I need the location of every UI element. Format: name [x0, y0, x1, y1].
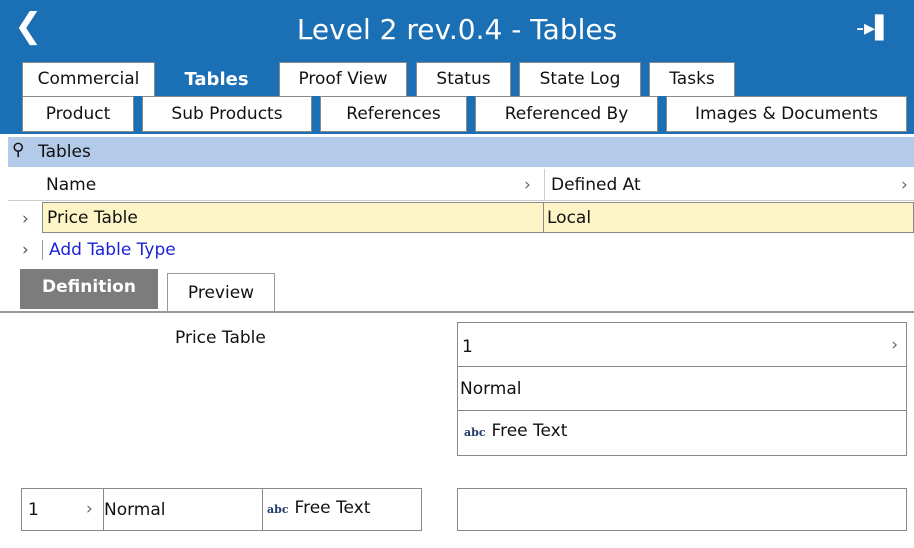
tab-row-primary: Commercial Tables Proof View Status Stat…	[0, 58, 914, 96]
pin-icon[interactable]: ⚲	[12, 140, 24, 160]
column-header-defined-at[interactable]: Defined At	[551, 175, 641, 195]
tab-proof-view[interactable]: Proof View	[279, 62, 407, 96]
row-expand-icon: ›	[22, 240, 29, 260]
chevron-right-icon[interactable]: ›	[86, 499, 93, 519]
tab-sub-products[interactable]: Sub Products	[142, 96, 312, 132]
tab-preview[interactable]: Preview	[167, 273, 275, 311]
page-title: Level 2 rev.0.4 - Tables	[296, 13, 618, 46]
horizontal-cell-text: Free Text	[294, 498, 371, 518]
tab-row-secondary: Product Sub Products References Referenc…	[0, 96, 914, 134]
text-type-icon: abc	[464, 426, 486, 439]
row-expand-icon[interactable]: ›	[22, 209, 29, 229]
horizontal-style: Normal	[104, 500, 166, 520]
tab-commercial[interactable]: Commercial	[22, 62, 155, 96]
tab-referenced-by[interactable]: Referenced By	[475, 96, 658, 132]
tab-definition[interactable]: Definition	[20, 269, 158, 309]
text-type-icon: abc	[267, 503, 289, 516]
title-bar: ❮ Level 2 rev.0.4 - Tables -▸▌	[0, 0, 914, 58]
defined-at-cell[interactable]: Local	[544, 202, 914, 233]
horizontal-cell: abc Free Text	[267, 498, 370, 518]
definition-preview-tabs: Definition Preview	[0, 269, 914, 313]
vertical-index: 1	[462, 337, 473, 357]
vertical-cell-text: Free Text	[491, 421, 568, 441]
vertical-cell-row[interactable]: abc Free Text	[458, 411, 906, 455]
pin-icon[interactable]: -▸▌	[856, 16, 892, 42]
tab-references[interactable]: References	[320, 96, 467, 132]
horizontal-text-cell[interactable]: abc Free Text	[263, 489, 421, 530]
horizontal-style-cell[interactable]: Normal	[103, 489, 263, 530]
vertical-style-row[interactable]: Normal	[458, 367, 906, 411]
vertical-cell: abc Free Text	[464, 421, 567, 441]
chevron-right-icon[interactable]: ›	[901, 175, 908, 195]
tab-tables[interactable]: Tables	[163, 62, 270, 96]
add-table-type-row: › Add Table Type	[8, 236, 308, 266]
panel-title: Tables	[38, 142, 91, 162]
vertical-index-row[interactable]: 1 ›	[458, 323, 906, 367]
horizontal-axis-box: 1 › Normal abc Free Text	[21, 488, 422, 531]
tables-panel-header: ⚲ Tables	[8, 137, 914, 167]
preview-table-title: Price Table	[175, 328, 266, 348]
column-header-name[interactable]: Name	[46, 175, 96, 195]
horizontal-index: 1	[28, 500, 39, 520]
table-name-cell[interactable]: Price Table	[42, 202, 544, 233]
table-row[interactable]: › Price Table Local	[8, 202, 914, 234]
tab-product[interactable]: Product	[22, 96, 134, 132]
value-cell-box[interactable]	[457, 488, 907, 531]
grid-header: Name › Defined At ›	[8, 169, 914, 201]
column-divider	[544, 169, 545, 200]
tab-status[interactable]: Status	[416, 62, 511, 96]
horizontal-index-cell[interactable]: 1 ›	[22, 489, 103, 530]
add-table-type-link[interactable]: Add Table Type	[42, 240, 176, 260]
tab-state-log[interactable]: State Log	[519, 62, 641, 96]
vertical-axis-box: 1 › Normal abc Free Text	[457, 322, 907, 456]
chevron-right-icon[interactable]: ›	[524, 175, 531, 195]
chevron-right-icon[interactable]: ›	[891, 335, 898, 355]
tab-images-documents[interactable]: Images & Documents	[666, 96, 907, 132]
vertical-style: Normal	[460, 379, 522, 399]
tab-tasks[interactable]: Tasks	[649, 62, 735, 96]
